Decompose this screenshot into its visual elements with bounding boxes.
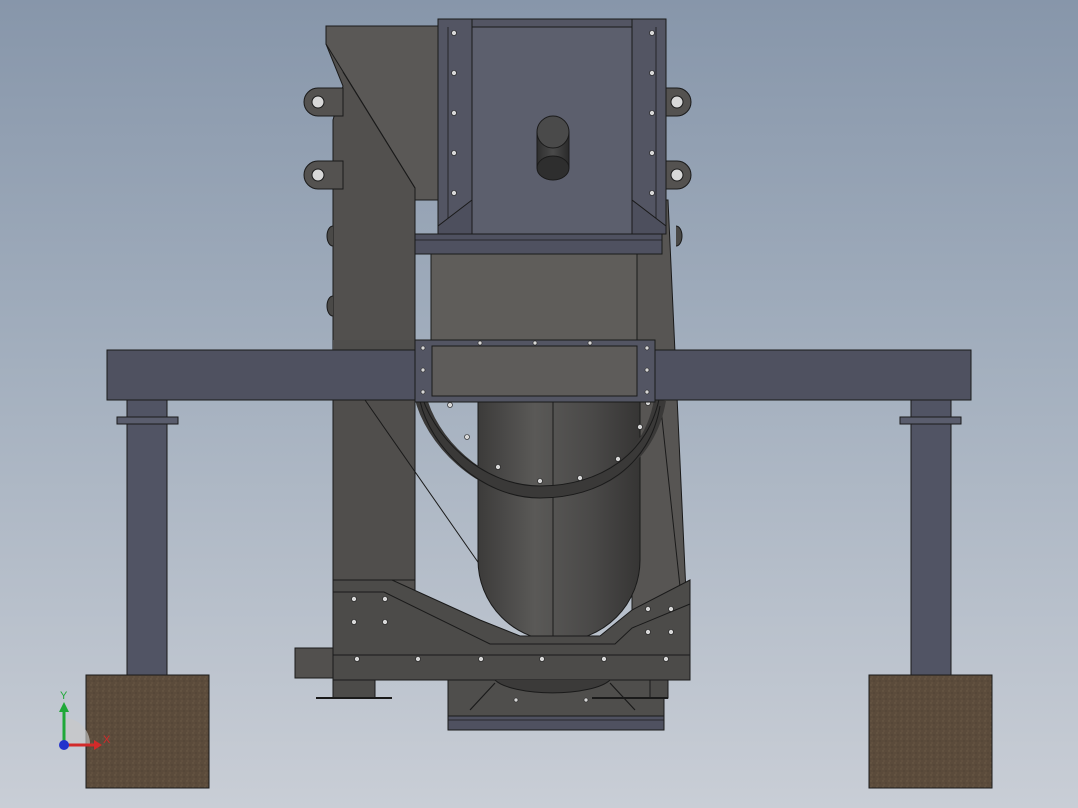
discharge-outlet[interactable] (447, 679, 665, 731)
cad-viewport[interactable]: Y X (0, 0, 1078, 808)
right-side-boss (675, 225, 683, 247)
triad-y-label: Y (60, 690, 68, 702)
z-axis-dot (59, 740, 69, 750)
right-support-leg[interactable] (899, 399, 962, 676)
inspection-door[interactable] (414, 339, 656, 403)
left-lifting-lug-lower[interactable] (303, 160, 344, 190)
rotor-shaft[interactable] (536, 115, 570, 181)
right-lifting-lug-lower[interactable] (662, 160, 692, 190)
left-foot[interactable] (316, 679, 392, 699)
right-foundation-block[interactable] (868, 674, 993, 789)
cad-model-view[interactable]: Y X (0, 0, 1078, 808)
hopper-base-flange[interactable] (414, 233, 663, 255)
left-lifting-lug-upper[interactable] (303, 87, 344, 117)
left-foundation-block[interactable] (85, 674, 210, 789)
right-lifting-lug-upper[interactable] (662, 87, 692, 117)
left-support-leg[interactable] (116, 399, 179, 676)
left-side-boss-lower (326, 295, 334, 317)
left-side-boss (326, 225, 334, 247)
triad-x-label: X (103, 734, 111, 746)
rotor-housing[interactable] (477, 399, 641, 642)
